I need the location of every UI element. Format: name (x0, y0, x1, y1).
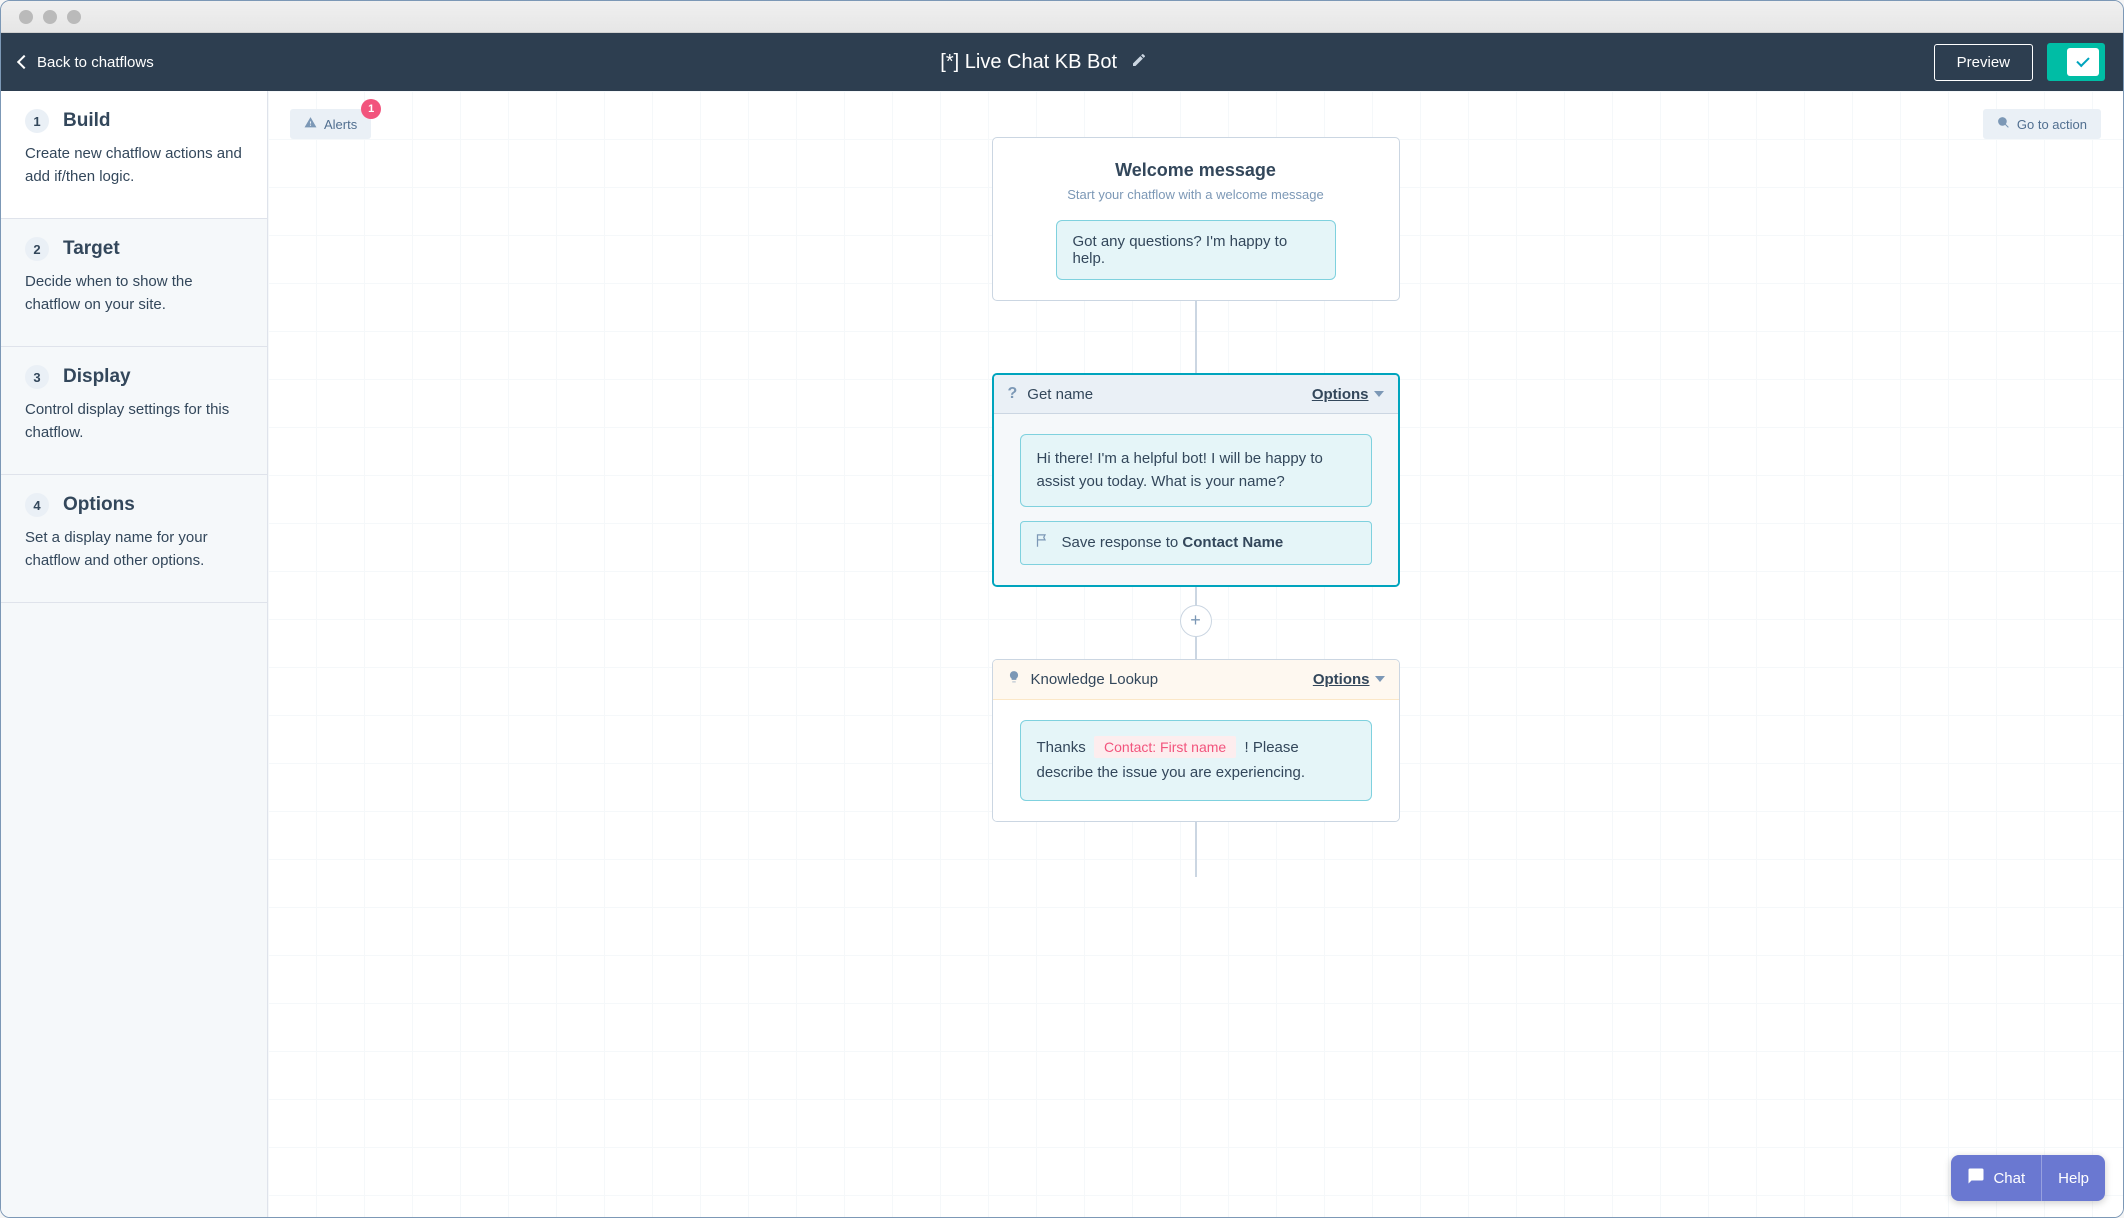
help-label: Help (2058, 1170, 2089, 1187)
sidebar: 1 Build Create new chatflow actions and … (1, 91, 268, 1217)
preview-button[interactable]: Preview (1934, 44, 2033, 81)
question-icon: ? (1008, 385, 1018, 403)
sidebar-item-target[interactable]: 2 Target Decide when to show the chatflo… (1, 219, 267, 347)
chat-help-pill: Chat Help (1951, 1155, 2105, 1201)
search-icon (1997, 116, 2010, 132)
back-to-chatflows-link[interactable]: Back to chatflows (19, 54, 154, 71)
step-number: 2 (25, 237, 49, 261)
get-name-bubble: Hi there! I'm a helpful bot! I will be h… (1020, 434, 1372, 507)
sidebar-item-build[interactable]: 1 Build Create new chatflow actions and … (1, 91, 267, 219)
chevron-down-icon (1375, 676, 1385, 682)
page-title: [*] Live Chat KB Bot (940, 51, 1117, 74)
welcome-bubble: Got any questions? I'm happy to help. (1056, 220, 1336, 280)
alerts-count-badge: 1 (361, 99, 381, 119)
step-desc: Decide when to show the chatflow on your… (25, 271, 243, 316)
node-header: ? Get name Options (994, 375, 1398, 414)
confirm-inner (2067, 48, 2099, 76)
step-desc: Control display settings for this chatfl… (25, 399, 243, 444)
step-title: Options (63, 494, 135, 516)
body: 1 Build Create new chatflow actions and … (1, 91, 2123, 1217)
knowledge-bubble: Thanks Contact: First name ! Please desc… (1020, 720, 1372, 801)
flow-column: Welcome message Start your chatflow with… (992, 137, 1400, 877)
goto-label: Go to action (2017, 117, 2087, 132)
chevron-down-icon (1374, 391, 1384, 397)
add-action-button[interactable]: + (1180, 605, 1212, 637)
step-number: 1 (25, 109, 49, 133)
page-title-wrap: [*] Live Chat KB Bot (940, 51, 1147, 74)
zoom-dot-icon[interactable] (67, 10, 81, 24)
node-header: Knowledge Lookup Options (993, 660, 1399, 700)
node-options-button[interactable]: Options (1313, 671, 1385, 688)
knowledge-lookup-node[interactable]: Knowledge Lookup Options Thanks Contact:… (992, 659, 1400, 822)
app-window: Back to chatflows [*] Live Chat KB Bot P… (0, 0, 2124, 1218)
chevron-left-icon (17, 55, 31, 69)
header-actions: Preview (1934, 43, 2105, 81)
save-response-bar: Save response to Contact Name (1020, 521, 1372, 565)
connector (1195, 822, 1197, 877)
check-icon (2076, 54, 2089, 67)
go-to-action-button[interactable]: Go to action (1983, 109, 2101, 139)
step-title: Display (63, 366, 131, 388)
minimize-dot-icon[interactable] (43, 10, 57, 24)
get-name-node[interactable]: ? Get name Options Hi there! I'm a helpf… (992, 373, 1400, 587)
step-title: Target (63, 238, 120, 260)
node-title: Knowledge Lookup (1031, 671, 1159, 688)
sidebar-item-options[interactable]: 4 Options Set a display name for your ch… (1, 475, 267, 603)
connector: + (1195, 587, 1197, 659)
welcome-message-node[interactable]: Welcome message Start your chatflow with… (992, 137, 1400, 301)
step-number: 4 (25, 493, 49, 517)
alerts-label: Alerts (324, 117, 357, 132)
node-title: Get name (1027, 386, 1093, 403)
help-button[interactable]: Help (2042, 1155, 2105, 1201)
welcome-subtitle: Start your chatflow with a welcome messa… (1009, 187, 1383, 202)
step-number: 3 (25, 365, 49, 389)
chat-label: Chat (1993, 1170, 2025, 1187)
options-label: Options (1313, 671, 1370, 688)
flow-canvas[interactable]: Alerts 1 Go to action Welcome message St… (268, 91, 2123, 1217)
edit-title-icon[interactable] (1131, 51, 1147, 74)
step-title: Build (63, 110, 111, 132)
node-options-button[interactable]: Options (1312, 386, 1384, 403)
close-dot-icon[interactable] (19, 10, 33, 24)
warning-icon (304, 116, 317, 132)
options-label: Options (1312, 386, 1369, 403)
flag-icon (1035, 533, 1050, 553)
alerts-button[interactable]: Alerts 1 (290, 109, 371, 139)
canvas-topbar: Alerts 1 Go to action (290, 109, 2101, 139)
welcome-title: Welcome message (1009, 160, 1383, 181)
contact-first-name-token: Contact: First name (1094, 736, 1236, 758)
app-header: Back to chatflows [*] Live Chat KB Bot P… (1, 33, 2123, 91)
mac-titlebar (1, 1, 2123, 33)
chat-bubble-icon (1967, 1167, 1985, 1189)
step-desc: Create new chatflow actions and add if/t… (25, 143, 243, 188)
sidebar-item-display[interactable]: 3 Display Control display settings for t… (1, 347, 267, 475)
back-label: Back to chatflows (37, 54, 154, 71)
connector (1195, 301, 1197, 373)
chat-button[interactable]: Chat (1951, 1155, 2042, 1201)
node-body: Hi there! I'm a helpful bot! I will be h… (994, 414, 1398, 585)
save-response-text: Save response to Contact Name (1062, 534, 1284, 551)
confirm-button[interactable] (2047, 43, 2105, 81)
step-desc: Set a display name for your chatflow and… (25, 527, 243, 572)
node-body: Thanks Contact: First name ! Please desc… (993, 700, 1399, 821)
lightbulb-icon (1007, 670, 1021, 689)
